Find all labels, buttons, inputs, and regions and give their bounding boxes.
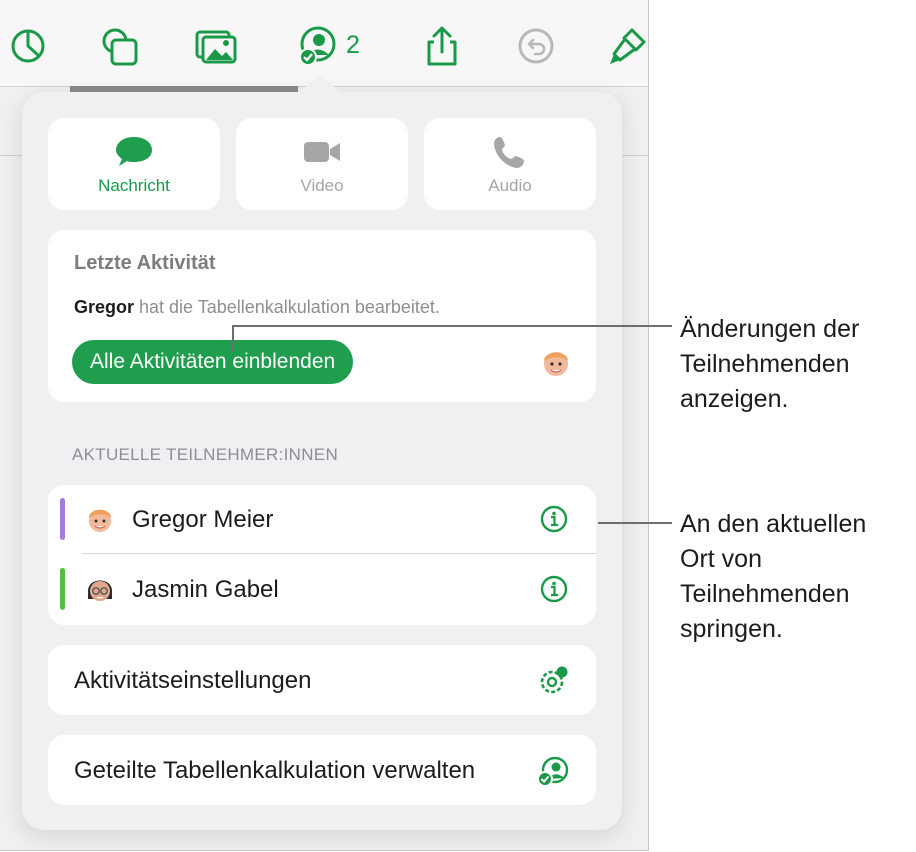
callout-text: Teilnehmenden [680,350,850,378]
participant-name: Gregor Meier [132,506,274,533]
app-window: 2 Nachricht Video Audio Letzte Aktivität… [0,0,649,851]
chart-icon[interactable] [6,24,50,68]
activity-settings-icon [536,665,570,697]
recent-activity-text: Gregor hat die Tabellenkalkulation bearb… [74,297,440,318]
avatar [84,503,116,535]
video-button[interactable]: Video [236,118,408,210]
activity-description: hat die Tabellenkalkulation bearbeitet. [134,297,440,317]
collaboration-popover: Nachricht Video Audio Letzte Aktivität G… [22,74,622,830]
participant-row[interactable]: Jasmin Gabel [48,555,596,625]
avatar [538,344,574,380]
participants-header: AKTUELLE TEILNEHMER:INNEN [72,445,339,464]
callout-leader [598,522,672,524]
info-icon[interactable] [540,505,568,533]
video-camera-icon [302,134,342,170]
callout-leader [232,326,234,352]
recent-activity-title: Letzte Aktivität [74,252,216,274]
phone-icon [490,134,530,170]
avatar [84,573,116,605]
participant-color-bar [60,568,65,610]
popover-arrow [300,74,340,92]
callout-text: Teilnehmenden [680,580,850,608]
participant-row[interactable]: Gregor Meier [48,485,596,555]
audio-button[interactable]: Audio [424,118,596,210]
participant-name: Jasmin Gabel [132,576,279,603]
activity-settings-label: Aktivitätseinstellungen [74,667,312,694]
callout-text: Ort von [680,545,762,573]
callout-text: An den aktuellen [680,510,867,538]
media-icon[interactable] [194,24,238,68]
show-all-activities-button[interactable]: Alle Aktivitäten einblenden [72,340,354,384]
callout-leader [232,325,672,327]
activity-settings-button[interactable]: Aktivitätseinstellungen [48,645,596,715]
video-label: Video [300,176,344,195]
message-label: Nachricht [98,176,170,195]
format-brush-icon[interactable] [606,24,648,68]
collaborate-icon[interactable] [296,24,340,68]
manage-shared-label: Geteilte Tabellenkalkulation verwalten [74,757,476,784]
info-icon[interactable] [540,575,568,603]
message-button[interactable]: Nachricht [48,118,220,210]
undo-icon[interactable] [514,24,558,68]
row-divider [82,553,596,554]
activity-user: Gregor [74,297,135,317]
participants-list: Gregor Meier Jasmin Gabel [48,485,596,625]
callout-text: anzeigen. [680,385,789,413]
participant-color-bar [60,498,65,540]
share-icon[interactable] [420,24,464,68]
shapes-icon[interactable] [98,24,142,68]
collaborator-count: 2 [346,31,360,59]
callout-show-changes: Änderungen der Teilnehmenden anzeigen. [680,312,859,417]
recent-activity-card: Letzte Aktivität Gregor hat die Tabellen… [48,230,596,402]
manage-shared-spreadsheet-button[interactable]: Geteilte Tabellenkalkulation verwalten [48,735,596,805]
audio-label: Audio [488,176,532,195]
manage-collaboration-icon [536,755,570,787]
callout-jump-to-location: An den aktuellen Ort von Teilnehmenden s… [680,507,866,647]
callout-text: Änderungen der [680,315,860,343]
message-bubble-icon [114,134,154,170]
callout-text: springen. [680,615,783,643]
